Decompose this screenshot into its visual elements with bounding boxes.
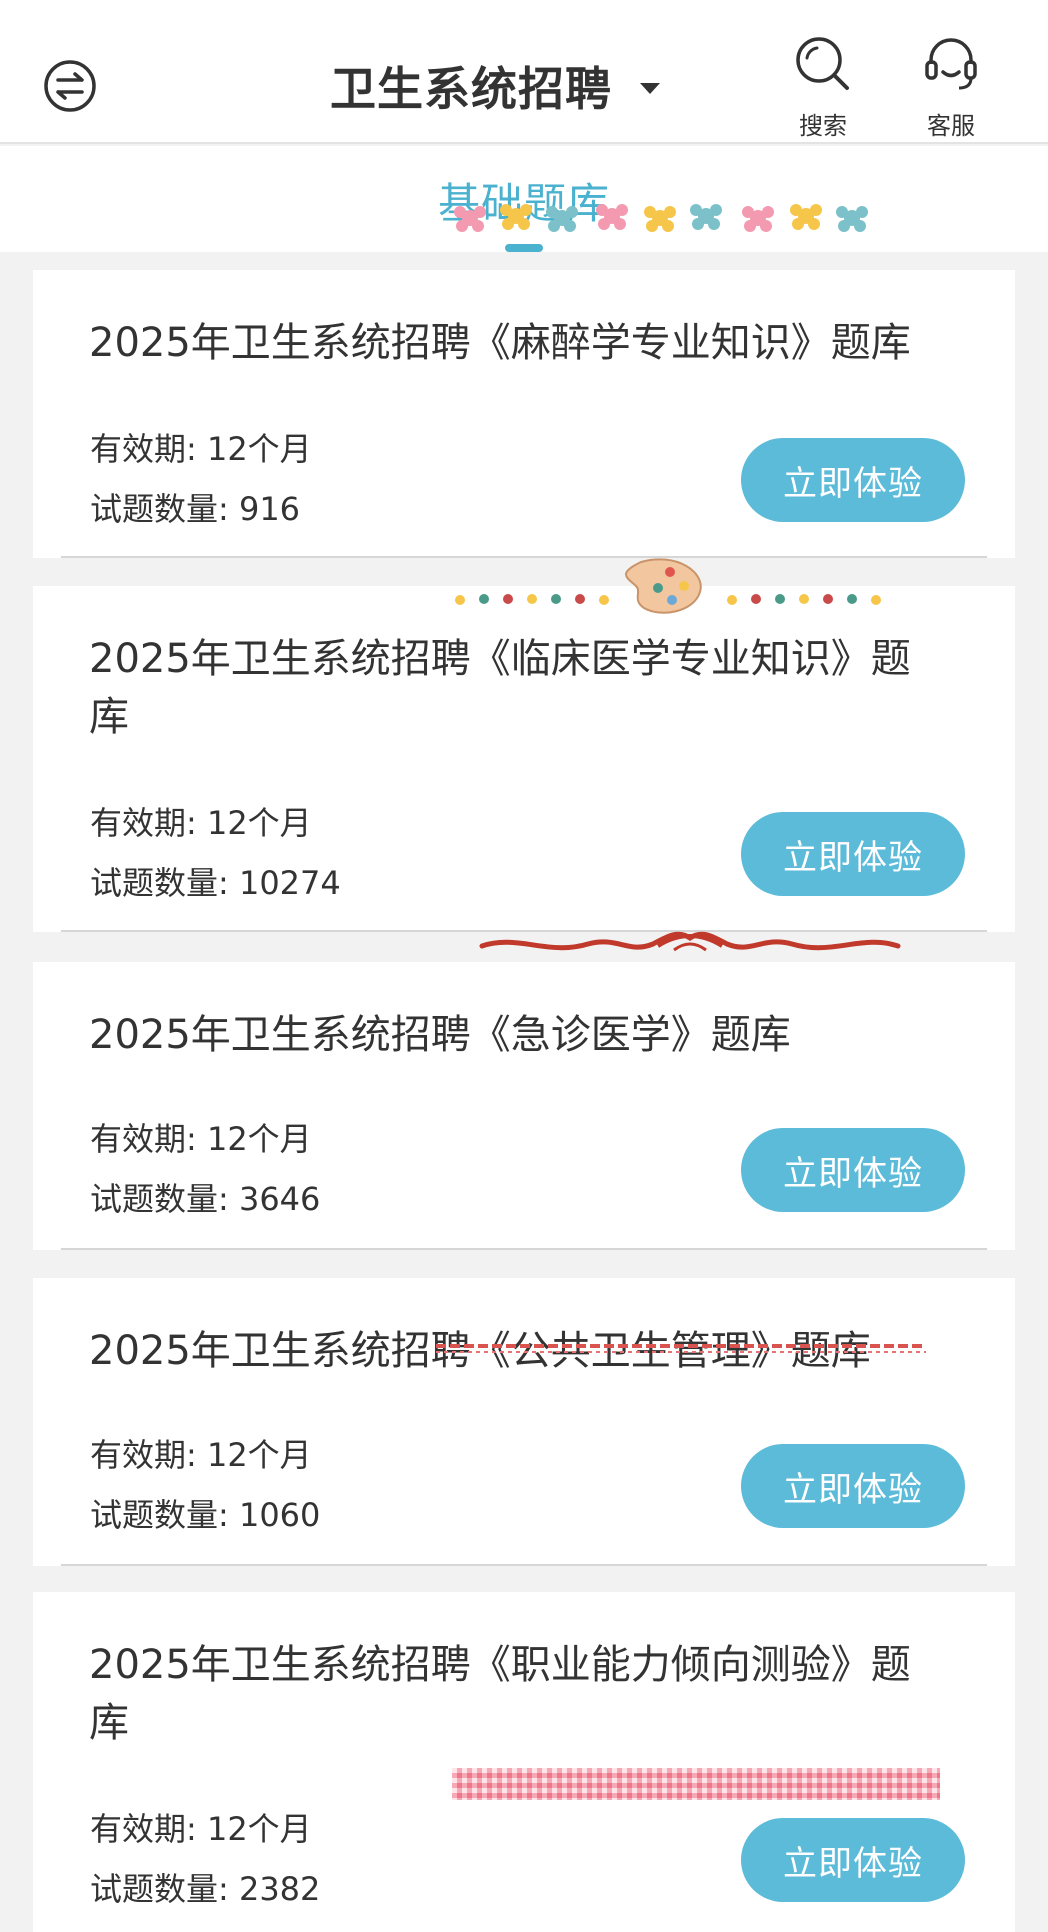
try-now-button[interactable]: 立即体验 [741,1818,965,1902]
card-validity: 有效期: 12个月 [90,1120,312,1158]
try-now-button[interactable]: 立即体验 [741,438,965,522]
tape-decoration [436,1344,926,1353]
search-button[interactable]: 搜索 [778,34,868,141]
customer-service-button[interactable]: 客服 [906,34,996,141]
card-title: 2025年卫生系统招聘《临床医学专业知识》题库 [89,636,911,740]
card-divider [61,1564,987,1566]
palette-decoration [455,558,881,614]
search-label: 搜索 [799,112,847,140]
card-validity: 有效期: 12个月 [90,804,312,842]
flower-decoration [454,204,868,232]
service-label: 客服 [927,112,975,140]
card-validity: 有效期: 12个月 [90,430,312,468]
question-bank-card[interactable]: 2025年卫生系统招聘《急诊医学》题库 有效期: 12个月 试题数量: 3646… [33,962,1015,1250]
page-title: 卫生系统招聘 [330,62,612,116]
search-icon [796,37,849,90]
question-bank-card[interactable]: 2025年卫生系统招聘《职业能力倾向测验》题库 有效期: 12个月 试题数量: … [33,1592,1015,1932]
card-title: 2025年卫生系统招聘《职业能力倾向测验》题库 [89,1642,911,1746]
card-question-count: 试题数量: 10274 [90,864,341,902]
card-question-count: 试题数量: 2382 [90,1870,321,1908]
try-now-button[interactable]: 立即体验 [741,812,965,896]
card-question-count: 试题数量: 3646 [90,1180,321,1218]
headset-icon [925,38,977,90]
top-header: 卫生系统招聘 搜索 客服 [0,0,1048,144]
gingham-tape-decoration [452,1768,940,1800]
card-title: 2025年卫生系统招聘《急诊医学》题库 [89,1012,791,1058]
exam-category-selector[interactable]: 卫生系统招聘 [330,56,660,116]
card-title: 2025年卫生系统招聘《麻醉学专业知识》题库 [89,320,911,366]
chevron-down-icon [640,82,660,94]
switch-exam-icon[interactable] [42,58,98,114]
card-divider [61,1248,987,1250]
ornament-decoration [479,931,901,952]
card-question-count: 试题数量: 1060 [90,1496,321,1534]
question-bank-card[interactable]: 2025年卫生系统招聘《公共卫生管理》题库 有效期: 12个月 试题数量: 10… [33,1278,1015,1566]
card-question-count: 试题数量: 916 [90,490,301,528]
question-bank-card[interactable]: 2025年卫生系统招聘《临床医学专业知识》题库 有效期: 12个月 试题数量: … [33,586,1015,932]
card-validity: 有效期: 12个月 [90,1436,312,1474]
tab-active-indicator [505,244,543,252]
try-now-button[interactable]: 立即体验 [741,1444,965,1528]
question-bank-card[interactable]: 2025年卫生系统招聘《麻醉学专业知识》题库 有效期: 12个月 试题数量: 9… [33,270,1015,558]
try-now-button[interactable]: 立即体验 [741,1128,965,1212]
card-validity: 有效期: 12个月 [90,1810,312,1848]
